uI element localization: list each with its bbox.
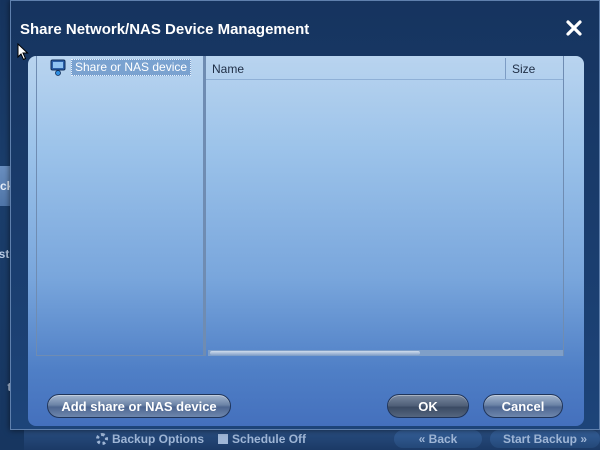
schedule-icon: [218, 434, 229, 444]
device-list: Name Size: [204, 56, 564, 356]
share-nas-management-dialog: Share Network/NAS Device Management Shar…: [10, 0, 600, 430]
gear-icon: [96, 433, 108, 445]
bg-backup-options: Backup Options: [96, 432, 204, 446]
close-icon[interactable]: [563, 17, 585, 39]
bg-start-backup-label: Start Backup: [502, 432, 577, 446]
tree-item-label: Share or NAS device: [71, 58, 192, 76]
horizontal-scrollbar[interactable]: [208, 350, 563, 356]
device-tree: Share or NAS device: [36, 56, 204, 356]
bg-schedule-label: Schedule Off: [232, 432, 307, 446]
column-header-name[interactable]: Name: [206, 58, 506, 79]
scrollbar-thumb[interactable]: [210, 351, 420, 355]
double-chevron-right-icon: »: [577, 432, 588, 446]
tree-item-share-or-nas-device[interactable]: Share or NAS device: [49, 58, 192, 76]
column-header-size[interactable]: Size: [506, 58, 535, 79]
list-header: Name Size: [206, 58, 563, 80]
mouse-pointer-icon: [17, 42, 29, 61]
bg-start-backup-button: Start Backup »: [490, 430, 600, 448]
list-body: [206, 81, 563, 350]
double-chevron-left-icon: «: [418, 432, 429, 446]
ok-button[interactable]: OK: [387, 394, 469, 418]
cancel-button[interactable]: Cancel: [483, 394, 563, 418]
dialog-content-panel: Share or NAS device Name Size Add share …: [28, 56, 584, 426]
dialog-titlebar[interactable]: Share Network/NAS Device Management: [11, 1, 599, 57]
bg-backup-options-label: Backup Options: [112, 432, 205, 446]
bg-back-button: « Back: [394, 430, 482, 448]
bg-bottom-bar: Backup Options Schedule Off « Back Start…: [24, 428, 600, 450]
dialog-title: Share Network/NAS Device Management: [20, 21, 310, 38]
bg-back-label: Back: [428, 432, 458, 446]
network-share-icon: [49, 59, 67, 76]
add-share-or-nas-device-button[interactable]: Add share or NAS device: [47, 394, 231, 418]
bg-schedule: Schedule Off: [218, 432, 306, 446]
